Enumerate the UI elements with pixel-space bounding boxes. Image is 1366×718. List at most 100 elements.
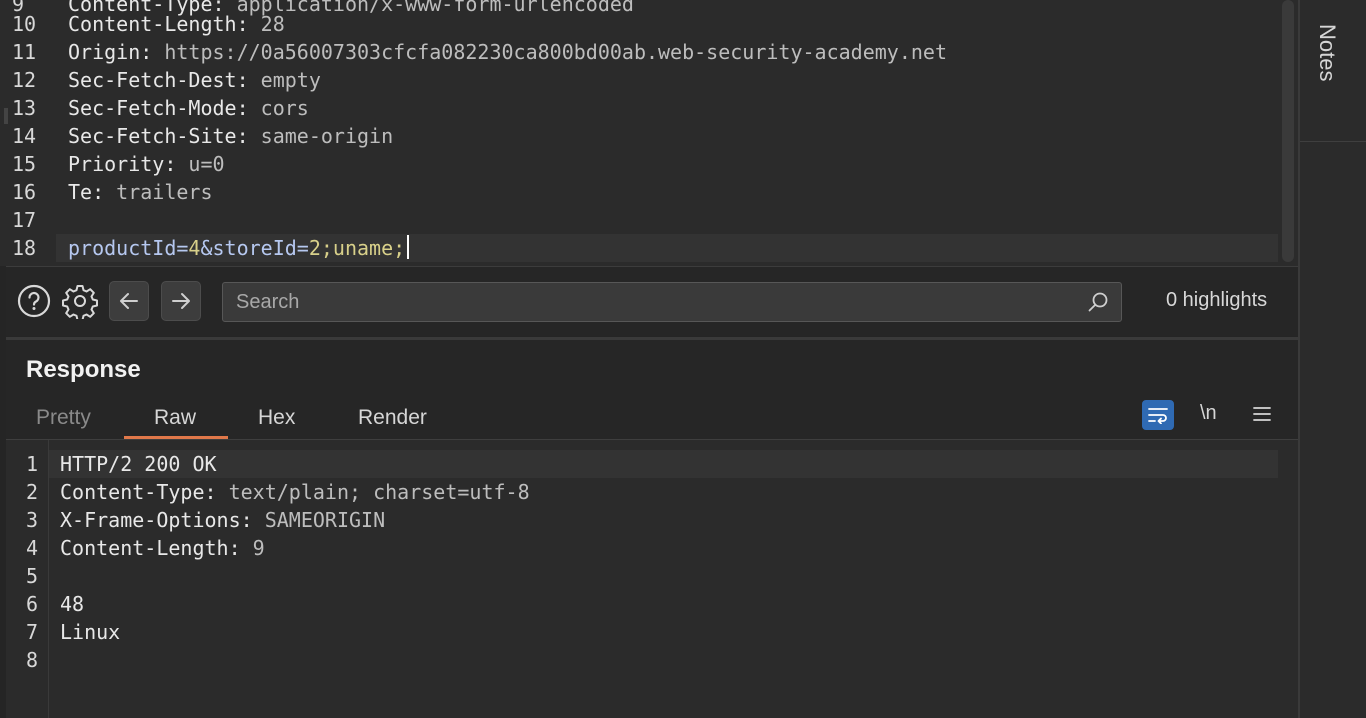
line-number: 1 <box>26 452 39 476</box>
line-number: 14 <box>12 124 37 148</box>
line-number: 3 <box>26 508 39 532</box>
header-value: u=0 <box>176 152 225 176</box>
side-panel: Notes <box>1298 0 1366 718</box>
hamburger-menu-icon[interactable] <box>1252 404 1272 424</box>
line-number: 10 <box>12 12 37 36</box>
notes-tab[interactable]: Notes <box>1300 0 1366 142</box>
line-number: 5 <box>26 564 39 588</box>
request-body-line[interactable]: 18 productId=4&storeId=2;uname; <box>0 234 1280 262</box>
response-editor[interactable]: 1 HTTP/2 200 OK 2 Content-Type: text/pla… <box>6 440 1298 718</box>
response-line: 3 X-Frame-Options: SAMEORIGIN <box>6 506 1278 534</box>
header-key: Te: <box>68 180 105 204</box>
response-line: 8 <box>6 646 1278 674</box>
request-line: 14 Sec-Fetch-Site: same-origin <box>0 122 1280 150</box>
response-line: 4 Content-Length: 9 <box>6 534 1278 562</box>
param-value: 4 <box>188 236 201 260</box>
word-wrap-icon[interactable] <box>1142 400 1174 430</box>
header-value: https://0a56007303cfcfa082230ca800bd00ab… <box>152 40 948 64</box>
tab-pretty[interactable]: Pretty <box>36 406 91 430</box>
param-key: &storeId= <box>200 236 309 260</box>
line-text: Content-Length: 28 <box>68 10 285 38</box>
header-value: trailers <box>104 180 213 204</box>
line-number: 15 <box>12 152 37 176</box>
header-value: SAMEORIGIN <box>252 508 386 532</box>
request-line: 10 Content-Length: 28 <box>0 10 1280 38</box>
active-tab-indicator <box>124 436 228 439</box>
request-line: 12 Sec-Fetch-Dest: empty <box>0 66 1280 94</box>
header-key: Content-Length: <box>68 12 249 36</box>
active-line-highlight <box>49 450 1278 478</box>
response-line: 2 Content-Type: text/plain; charset=utf-… <box>6 478 1278 506</box>
text-caret <box>407 235 410 259</box>
highlights-count: 0 highlights <box>1166 289 1268 311</box>
header-key: Sec-Fetch-Dest: <box>68 68 249 92</box>
header-value: cors <box>248 96 309 120</box>
line-text: Content-Type: text/plain; charset=utf-8 <box>60 478 530 506</box>
header-key: Sec-Fetch-Mode: <box>68 96 249 120</box>
request-line: 17 <box>0 206 1280 234</box>
line-number: 12 <box>12 68 37 92</box>
line-text: HTTP/2 200 OK <box>60 450 217 478</box>
tab-render[interactable]: Render <box>358 406 427 430</box>
line-text: Sec-Fetch-Mode: cors <box>68 94 309 122</box>
panel-title: Response <box>26 356 141 383</box>
header-value: 28 <box>248 12 285 36</box>
line-text: Origin: https://0a56007303cfcfa082230ca8… <box>68 38 947 66</box>
response-line: 5 <box>6 562 1278 590</box>
line-number: 17 <box>12 208 37 232</box>
line-number: 16 <box>12 180 37 204</box>
line-text: X-Frame-Options: SAMEORIGIN <box>60 506 385 534</box>
line-text: productId=4&storeId=2;uname; <box>68 234 410 262</box>
body-text: 48 <box>60 592 85 616</box>
search-field[interactable] <box>222 282 1122 322</box>
line-number: 2 <box>26 480 39 504</box>
line-number: 8 <box>26 648 39 672</box>
line-text: Priority: u=0 <box>68 150 225 178</box>
request-line: 15 Priority: u=0 <box>0 150 1280 178</box>
tab-raw[interactable]: Raw <box>154 406 196 430</box>
arrow-left-icon[interactable] <box>109 281 149 321</box>
arrow-right-icon[interactable] <box>161 281 201 321</box>
help-circle-icon[interactable] <box>14 281 54 321</box>
status-line: HTTP/2 200 OK <box>60 452 217 476</box>
newline-toggle[interactable]: \n <box>1200 402 1217 425</box>
header-value: empty <box>248 68 321 92</box>
response-panel: Response Pretty Raw Hex Render \n 1 HTTP… <box>6 340 1298 718</box>
line-number: 11 <box>12 40 37 64</box>
notes-label: Notes <box>1315 24 1340 82</box>
line-number: 7 <box>26 620 39 644</box>
gear-icon[interactable] <box>60 281 100 321</box>
response-line: 6 48 <box>6 590 1278 618</box>
line-number: 6 <box>26 592 39 616</box>
body-text: Linux <box>60 620 121 644</box>
header-key: Sec-Fetch-Site: <box>68 124 249 148</box>
header-key: Content-Type: <box>60 480 217 504</box>
request-line: 13 Sec-Fetch-Mode: cors <box>0 94 1280 122</box>
header-value: same-origin <box>248 124 394 148</box>
header-value: 9 <box>240 536 265 560</box>
header-key: Origin: <box>68 40 153 64</box>
line-text: Sec-Fetch-Site: same-origin <box>68 122 393 150</box>
param-key: productId= <box>68 236 189 260</box>
request-editor[interactable]: 9 Content-Type: application/x-www-form-u… <box>0 0 1298 266</box>
header-key: Priority: <box>68 152 177 176</box>
param-value: 2;uname; <box>308 236 406 260</box>
tab-hex[interactable]: Hex <box>258 406 295 430</box>
header-key: Content-Length: <box>60 536 241 560</box>
request-line: 11 Origin: https://0a56007303cfcfa082230… <box>0 38 1280 66</box>
response-line: 1 HTTP/2 200 OK <box>6 450 1278 478</box>
line-text: Sec-Fetch-Dest: empty <box>68 66 321 94</box>
search-input[interactable] <box>223 283 1083 321</box>
line-number: 18 <box>12 236 37 260</box>
header-key: X-Frame-Options: <box>60 508 253 532</box>
request-scrollbar[interactable] <box>1282 0 1294 262</box>
line-text: Content-Length: 9 <box>60 534 265 562</box>
line-number: 13 <box>12 96 37 120</box>
search-toolbar: 0 highlights <box>6 266 1298 336</box>
response-line: 7 Linux <box>6 618 1278 646</box>
header-value: text/plain; charset=utf-8 <box>216 480 530 504</box>
request-line: 16 Te: trailers <box>0 178 1280 206</box>
line-text: Te: trailers <box>68 178 213 206</box>
search-icon[interactable] <box>1087 291 1109 313</box>
line-number: 4 <box>26 536 39 560</box>
